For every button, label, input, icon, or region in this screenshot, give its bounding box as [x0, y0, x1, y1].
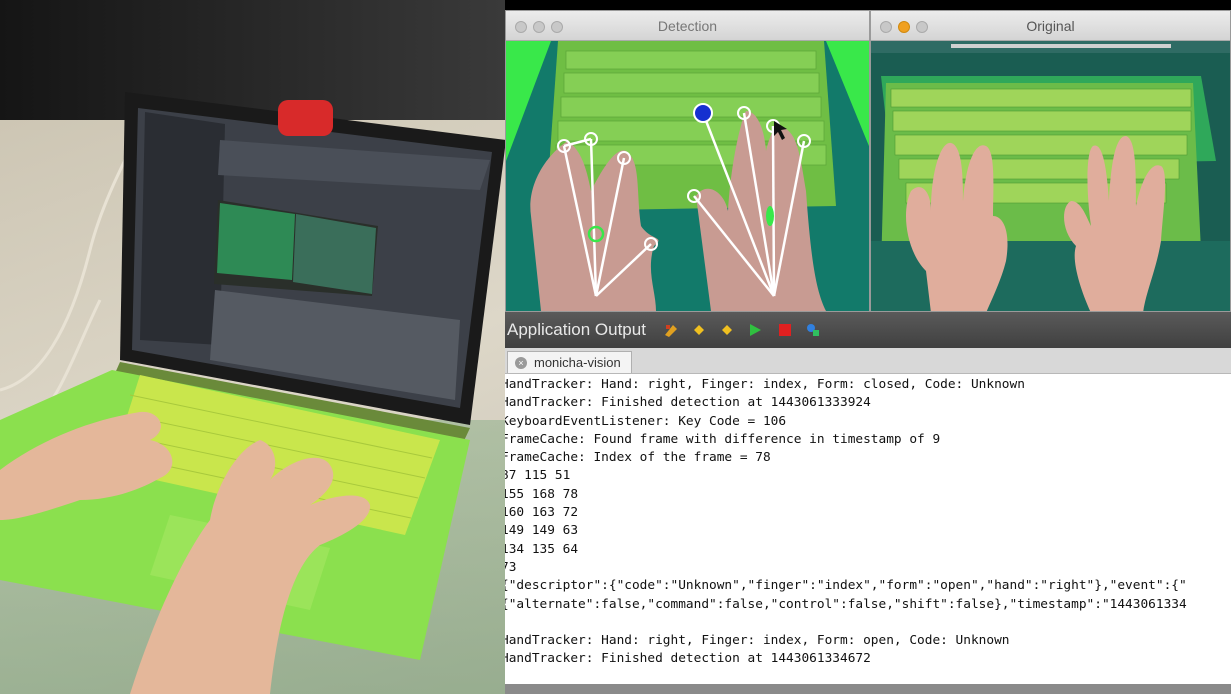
next-icon[interactable] [719, 322, 735, 338]
log-line: KeyboardEventListener: Key Code = 106 [505, 413, 787, 429]
application-output-pane: Application Output × monicha-vision Hand… [505, 312, 1231, 694]
detection-view [506, 41, 869, 311]
log-line: {"alternate":false,"command":false,"cont… [505, 596, 1187, 612]
run-icon[interactable] [747, 322, 763, 338]
log-line: FrameCache: Index of the frame = 78 [505, 450, 771, 466]
log-line: HandTracker: Finished detection at 14430… [505, 395, 871, 411]
detection-title: Detection [657, 18, 718, 34]
detection-titlebar[interactable]: Detection [506, 11, 869, 41]
original-window: Original [870, 10, 1231, 312]
tab-label: monicha-vision [534, 355, 621, 370]
original-camera-frame [871, 41, 1230, 311]
camera-photo [0, 0, 505, 694]
output-tab-bar: × monicha-vision [505, 348, 1231, 374]
log-line: 73 [505, 559, 517, 575]
attach-icon[interactable] [663, 322, 679, 338]
log-line: 155 168 78 [505, 486, 579, 502]
original-title: Original [1026, 18, 1075, 34]
log-line: 87 115 51 [505, 468, 571, 484]
application-output-header: Application Output [505, 312, 1231, 348]
application-output-label: Application Output [507, 320, 646, 339]
log-line: 134 135 64 [505, 541, 579, 557]
log-line: 149 149 63 [505, 523, 579, 539]
detection-window: Detection [505, 10, 870, 312]
tab-monicha-vision[interactable]: × monicha-vision [507, 351, 632, 373]
settings-icon[interactable] [805, 322, 821, 338]
laptop-scene [0, 92, 505, 694]
status-bar [505, 684, 1231, 694]
detection-overlay [506, 41, 869, 311]
original-view [871, 41, 1230, 311]
stop-icon[interactable] [777, 322, 793, 338]
log-line: HandTracker: Hand: right, Finger: index,… [505, 377, 1025, 392]
original-titlebar[interactable]: Original [871, 11, 1230, 41]
log-line: HandTracker: Finished detection at 14430… [505, 651, 871, 667]
log-line: HandTracker: Hand: right, Finger: index,… [505, 633, 1010, 649]
log-line: {"descriptor":{"code":"Unknown","finger"… [505, 578, 1187, 594]
log-line: FrameCache: Found frame with difference … [505, 431, 941, 447]
log-line: 160 163 72 [505, 505, 579, 521]
output-log[interactable]: HandTracker: Hand: right, Finger: index,… [505, 376, 1231, 676]
prev-icon[interactable] [691, 322, 707, 338]
close-tab-icon[interactable]: × [515, 357, 527, 369]
